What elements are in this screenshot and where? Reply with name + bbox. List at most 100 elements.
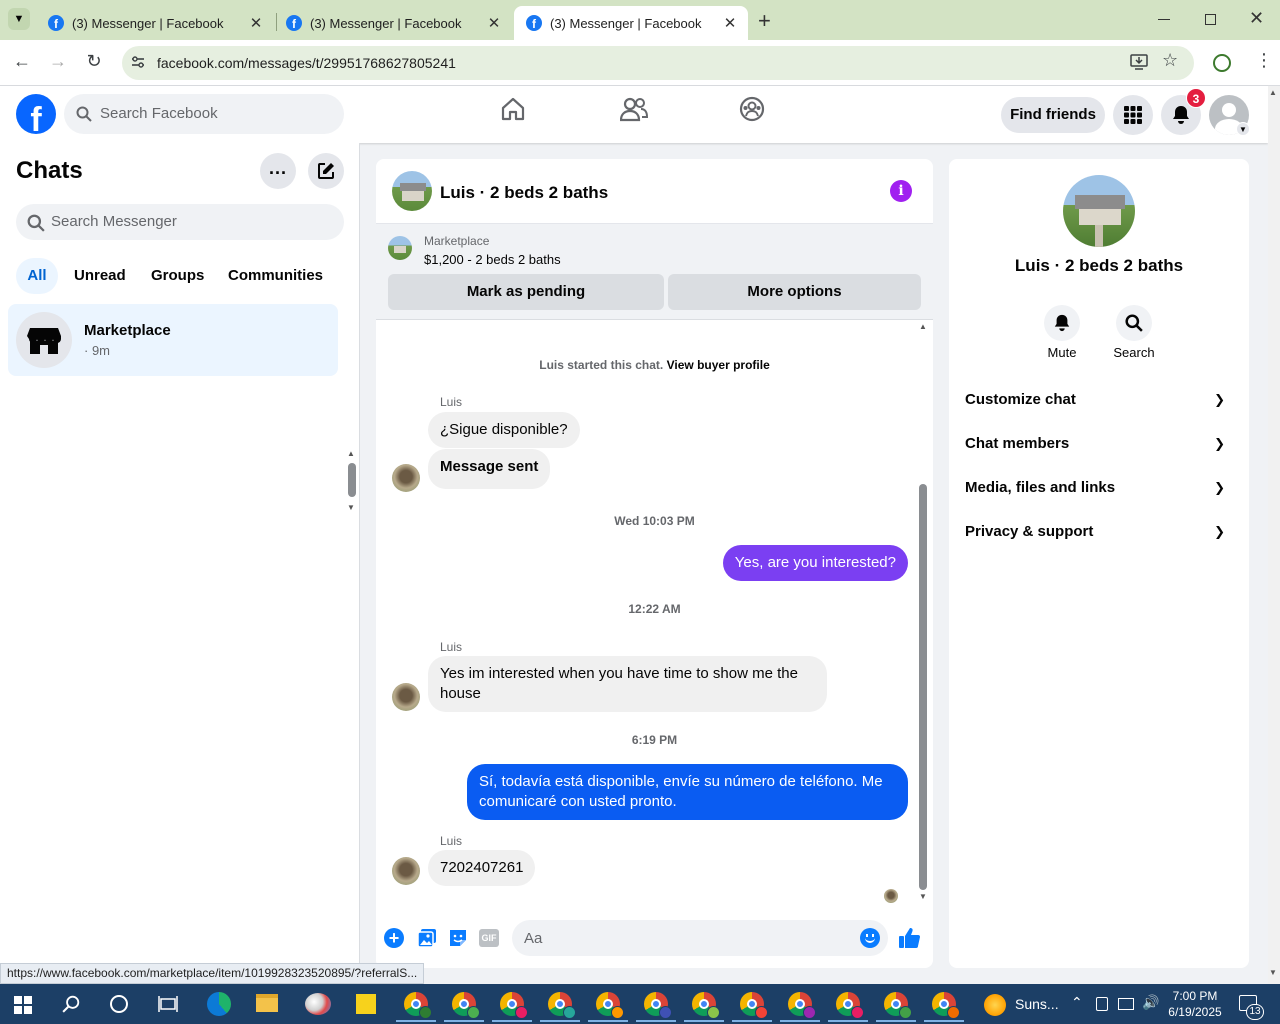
cortana-icon[interactable] (110, 995, 128, 1013)
close-tab-icon[interactable]: ✕ (722, 14, 738, 32)
new-tab-plus-icon[interactable]: + (758, 8, 771, 34)
sender-avatar[interactable] (392, 464, 420, 492)
scroll-down-arrow-icon[interactable]: ▼ (919, 892, 927, 901)
profile-icon[interactable] (1213, 54, 1231, 72)
conversation-title[interactable]: Luis · 2 beds 2 baths (440, 183, 608, 203)
outgoing-message-bubble[interactable]: Sí, todavía está disponible, envíe su nú… (467, 764, 908, 820)
filter-tab-unread[interactable]: Unread (74, 267, 126, 284)
account-chevron-icon[interactable]: ▼ (1236, 122, 1250, 136)
minimize-window-icon[interactable] (1158, 19, 1170, 20)
scroll-up-arrow-icon[interactable]: ▲ (347, 449, 355, 458)
scroll-down-arrow-icon[interactable]: ▼ (1269, 968, 1277, 977)
chrome-icon[interactable] (828, 992, 868, 1022)
browser-tab-2[interactable]: f (3) Messenger | Facebook ✕ (274, 6, 512, 40)
section-chat-members[interactable]: Chat members ❯ (965, 426, 1233, 462)
taskbar-search-icon[interactable] (62, 995, 80, 1018)
chrome-icon[interactable] (588, 992, 628, 1022)
reload-icon[interactable]: ↻ (82, 51, 106, 72)
mark-as-pending-button[interactable]: Mark as pending (388, 274, 664, 310)
close-tab-icon[interactable]: ✕ (486, 14, 502, 32)
conversation-info-icon[interactable]: i (890, 180, 912, 202)
chrome-icon[interactable] (924, 992, 964, 1022)
meet-now-icon[interactable] (1096, 997, 1108, 1011)
facebook-logo-icon[interactable]: f (16, 94, 56, 134)
find-friends-button[interactable]: Find friends (1001, 97, 1105, 133)
weather-sun-icon[interactable] (984, 994, 1006, 1016)
file-explorer-icon[interactable] (256, 994, 278, 1012)
taskbar-clock[interactable]: 7:00 PM 6/19/2025 (1162, 988, 1228, 1020)
scroll-up-arrow-icon[interactable]: ▲ (919, 322, 927, 331)
outgoing-message-bubble[interactable]: Yes, are you interested? (722, 545, 908, 581)
windows-start-icon[interactable] (14, 996, 32, 1014)
back-arrow-icon[interactable]: ← (10, 51, 34, 72)
chat-list-item-marketplace[interactable]: Marketplace · 9m (8, 304, 338, 376)
chrome-icon[interactable] (396, 992, 436, 1022)
address-bar[interactable]: facebook.com/messages/t/2995176862780524… (122, 46, 1194, 80)
chrome-icon[interactable] (684, 992, 724, 1022)
close-tab-icon[interactable]: ✕ (248, 14, 264, 32)
emoji-icon[interactable] (860, 928, 880, 948)
thumbs-up-like-icon[interactable] (898, 926, 922, 955)
incoming-message-bubble[interactable]: Message sent (428, 449, 551, 489)
menu-grid-button[interactable] (1113, 95, 1153, 135)
task-view-icon[interactable] (158, 995, 178, 1018)
filter-tab-all[interactable]: All (16, 258, 58, 294)
filter-tab-groups[interactable]: Groups (151, 267, 204, 284)
more-options-button[interactable]: More options (668, 274, 921, 310)
section-media-files-links[interactable]: Media, files and links ❯ (965, 470, 1233, 506)
weather-text[interactable]: Suns... (1015, 996, 1059, 1012)
chrome-icon[interactable] (636, 992, 676, 1022)
browser-tab-1[interactable]: f (3) Messenger | Facebook ✕ (36, 6, 274, 40)
paint-app-icon[interactable] (305, 993, 331, 1015)
chrome-icon[interactable] (540, 992, 580, 1022)
sender-avatar[interactable] (392, 857, 420, 885)
section-customize-chat[interactable]: Customize chat ❯ (965, 382, 1233, 418)
listing-thumbnail[interactable] (388, 236, 412, 260)
browser-menu-icon[interactable]: ⋮ (1255, 50, 1273, 71)
section-privacy-support[interactable]: Privacy & support ❯ (965, 514, 1233, 550)
message-input[interactable]: Aa (512, 920, 888, 956)
listing-avatar[interactable] (392, 171, 432, 211)
attach-photo-icon[interactable] (417, 928, 437, 953)
tab-search-icon[interactable]: ▼ (8, 8, 30, 30)
view-buyer-profile-link[interactable]: View buyer profile (667, 358, 770, 372)
incoming-message-bubble[interactable]: ¿Sigue disponible? (428, 412, 580, 448)
forward-arrow-icon[interactable]: → (46, 51, 70, 72)
chrome-icon[interactable] (876, 992, 916, 1022)
more-actions-plus-icon[interactable]: + (384, 928, 404, 948)
chrome-icon[interactable] (780, 992, 820, 1022)
search-in-chat-button[interactable] (1116, 305, 1152, 341)
chat-list-scrollbar[interactable]: ▲ ▼ (346, 449, 358, 515)
home-icon[interactable] (500, 96, 526, 127)
edge-browser-icon[interactable] (207, 992, 231, 1016)
mute-button[interactable] (1044, 305, 1080, 341)
listing-price-title[interactable]: $1,200 - 2 beds 2 baths (424, 252, 561, 267)
browser-tab-3-active[interactable]: f (3) Messenger | Facebook ✕ (514, 6, 748, 40)
chrome-icon[interactable] (444, 992, 484, 1022)
scroll-thumb[interactable] (919, 484, 927, 890)
scroll-down-arrow-icon[interactable]: ▼ (347, 503, 355, 512)
bookmark-star-icon[interactable]: ☆ (1162, 50, 1178, 71)
chrome-icon[interactable] (732, 992, 772, 1022)
sticky-notes-icon[interactable] (356, 994, 376, 1014)
messenger-search-input[interactable]: Search Messenger (16, 204, 344, 240)
network-icon[interactable] (1118, 998, 1134, 1010)
incoming-message-bubble[interactable]: Yes im interested when you have time to … (428, 656, 827, 712)
filter-tab-communities[interactable]: Communities (228, 267, 323, 284)
tray-expand-icon[interactable]: ⌃ (1071, 994, 1083, 1011)
friends-icon[interactable] (619, 96, 649, 127)
page-scrollbar[interactable]: ▲ ▼ (1268, 86, 1280, 984)
gif-icon[interactable]: GIF (479, 929, 499, 947)
close-window-icon[interactable]: ✕ (1249, 8, 1264, 29)
restore-window-icon[interactable] (1205, 14, 1216, 25)
facebook-search-input[interactable]: Search Facebook (64, 94, 344, 134)
install-app-icon[interactable] (1130, 54, 1148, 70)
sender-avatar[interactable] (392, 683, 420, 711)
sticker-icon[interactable] (448, 928, 468, 953)
chrome-icon[interactable] (492, 992, 532, 1022)
site-info-icon[interactable] (130, 54, 146, 70)
chats-options-button[interactable]: ... (260, 153, 296, 189)
listing-profile-photo[interactable] (1063, 175, 1135, 247)
scroll-up-arrow-icon[interactable]: ▲ (1269, 88, 1277, 97)
scroll-thumb[interactable] (348, 463, 356, 497)
